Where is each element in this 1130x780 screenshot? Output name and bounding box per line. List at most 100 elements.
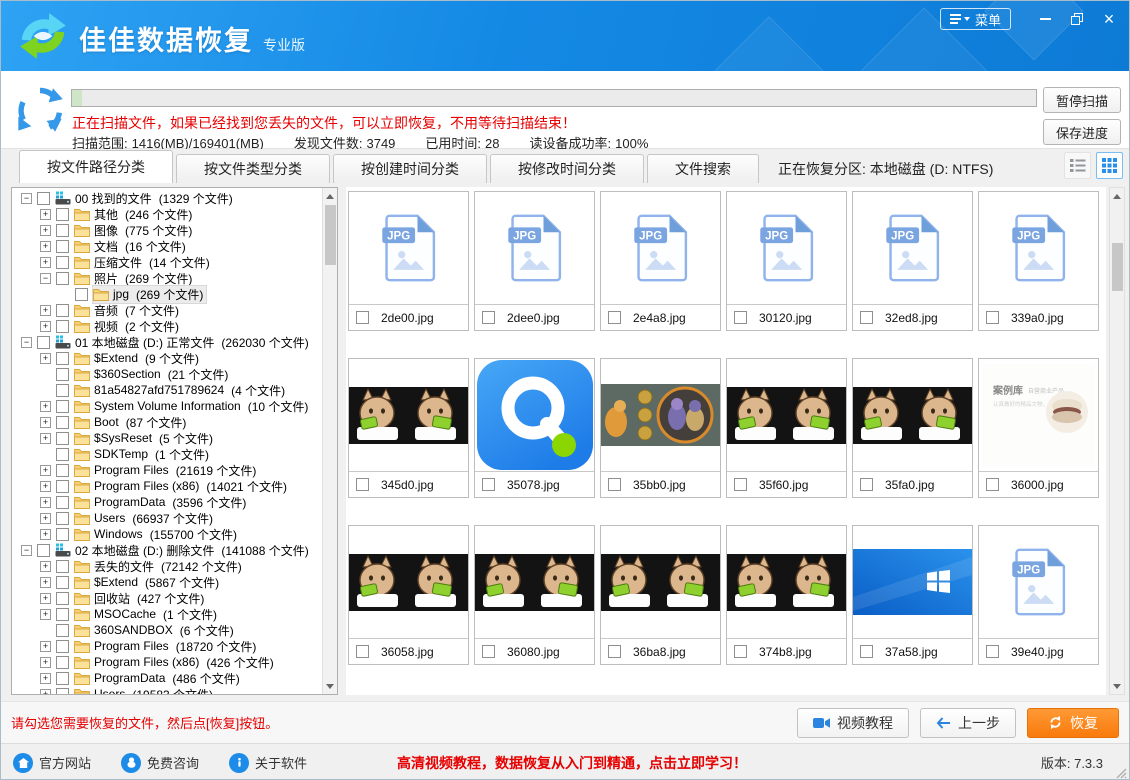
file-cell[interactable]: 36ba8.jpg (600, 525, 721, 665)
tab-by-file-type[interactable]: 按文件类型分类 (176, 154, 330, 183)
tab-file-search[interactable]: 文件搜索 (647, 154, 759, 183)
collapse-icon[interactable]: − (40, 273, 51, 284)
grid-view-button[interactable] (1096, 152, 1123, 179)
tree-item[interactable]: 360SANDBOX(6 个文件) (12, 622, 322, 638)
tree-item[interactable]: +音频(7 个文件) (12, 302, 322, 318)
file-checkbox[interactable] (356, 478, 369, 491)
tab-by-create-time[interactable]: 按创建时间分类 (333, 154, 487, 183)
tree-checkbox[interactable] (56, 352, 69, 365)
tree-item[interactable]: +Windows(155700 个文件) (12, 526, 322, 542)
file-cell[interactable]: JPG2de00.jpg (348, 191, 469, 331)
tree-item[interactable]: +Program Files (x86)(14021 个文件) (12, 478, 322, 494)
file-checkbox[interactable] (986, 645, 999, 658)
tree-item[interactable]: jpg(269 个文件) (12, 286, 322, 302)
expand-icon[interactable]: + (40, 673, 51, 684)
tree-item[interactable]: $360Section(21 个文件) (12, 366, 322, 382)
file-cell[interactable]: 345d0.jpg (348, 358, 469, 498)
expand-icon[interactable]: + (40, 321, 51, 332)
file-cell[interactable]: 35f60.jpg (726, 358, 847, 498)
tree-checkbox[interactable] (56, 368, 69, 381)
tree-checkbox[interactable] (56, 496, 69, 509)
grid-scroll-thumb[interactable] (1112, 243, 1123, 291)
tree-checkbox[interactable] (56, 688, 69, 696)
tree-item[interactable]: +Program Files(18720 个文件) (12, 638, 322, 654)
expand-icon[interactable]: + (40, 417, 51, 428)
video-tutorial-button[interactable]: 视频教程 (797, 708, 909, 738)
tree-item[interactable]: +压缩文件(14 个文件) (12, 254, 322, 270)
tree-checkbox[interactable] (56, 400, 69, 413)
tree-item[interactable]: +$Extend(5867 个文件) (12, 574, 322, 590)
tree-checkbox[interactable] (56, 240, 69, 253)
tree-checkbox[interactable] (56, 560, 69, 573)
tree-item[interactable]: +Users(66937 个文件) (12, 510, 322, 526)
file-cell[interactable]: JPG32ed8.jpg (852, 191, 973, 331)
tree-item[interactable]: +Users(19583 个文件) (12, 686, 322, 695)
tree-checkbox[interactable] (56, 320, 69, 333)
expand-icon[interactable]: + (40, 689, 51, 696)
restore-button[interactable] (1061, 7, 1093, 31)
tree-checkbox[interactable] (56, 656, 69, 669)
tree-checkbox[interactable] (56, 528, 69, 541)
expand-icon[interactable]: + (40, 497, 51, 508)
file-cell[interactable]: JPG2dee0.jpg (474, 191, 595, 331)
expand-icon[interactable]: + (40, 465, 51, 476)
collapse-icon[interactable]: − (21, 545, 32, 556)
minimize-button[interactable] (1029, 7, 1061, 31)
file-checkbox[interactable] (356, 311, 369, 324)
tree-checkbox[interactable] (56, 432, 69, 445)
expand-icon[interactable]: + (40, 657, 51, 668)
tree-checkbox[interactable] (56, 208, 69, 221)
tree-item[interactable]: −02 本地磁盘 (D:) 删除文件(141088 个文件) (12, 542, 322, 558)
tab-by-modify-time[interactable]: 按修改时间分类 (490, 154, 644, 183)
file-cell[interactable]: 36058.jpg (348, 525, 469, 665)
tree-checkbox[interactable] (56, 512, 69, 525)
tree-checkbox[interactable] (75, 288, 88, 301)
menu-button[interactable]: 菜单 (940, 8, 1011, 30)
previous-step-button[interactable]: 上一步 (920, 708, 1016, 738)
tree-item[interactable]: −照片(269 个文件) (12, 270, 322, 286)
tree-item[interactable]: +$Extend(9 个文件) (12, 350, 322, 366)
file-cell[interactable]: JPG339a0.jpg (978, 191, 1099, 331)
tree-item[interactable]: +System Volume Information(10 个文件) (12, 398, 322, 414)
file-checkbox[interactable] (986, 478, 999, 491)
file-checkbox[interactable] (608, 645, 621, 658)
expand-icon[interactable]: + (40, 305, 51, 316)
file-checkbox[interactable] (356, 645, 369, 658)
collapse-icon[interactable]: − (21, 193, 32, 204)
scroll-up-icon[interactable] (323, 189, 337, 203)
file-cell[interactable]: 35fa0.jpg (852, 358, 973, 498)
file-checkbox[interactable] (608, 311, 621, 324)
tree-item[interactable]: +视频(2 个文件) (12, 318, 322, 334)
tree-checkbox[interactable] (56, 640, 69, 653)
file-checkbox[interactable] (860, 478, 873, 491)
expand-icon[interactable]: + (40, 481, 51, 492)
tree-item[interactable]: +ProgramData(486 个文件) (12, 670, 322, 686)
tree-checkbox[interactable] (56, 448, 69, 461)
expand-icon[interactable]: + (40, 257, 51, 268)
about-software-link[interactable]: 关于软件 (229, 753, 307, 773)
tree-checkbox[interactable] (56, 480, 69, 493)
file-cell[interactable]: 37a58.jpg (852, 525, 973, 665)
scroll-up-icon[interactable] (1110, 189, 1124, 203)
scroll-down-icon[interactable] (323, 679, 337, 693)
file-cell[interactable]: JPG30120.jpg (726, 191, 847, 331)
tree-checkbox[interactable] (37, 336, 50, 349)
tree-item[interactable]: +$SysReset(5 个文件) (12, 430, 322, 446)
file-checkbox[interactable] (482, 645, 495, 658)
scroll-down-icon[interactable] (1110, 679, 1124, 693)
tree-checkbox[interactable] (56, 272, 69, 285)
tree-scrollbar[interactable] (322, 188, 337, 694)
tree-checkbox[interactable] (56, 384, 69, 397)
tree-checkbox[interactable] (37, 192, 50, 205)
file-checkbox[interactable] (608, 478, 621, 491)
file-checkbox[interactable] (986, 311, 999, 324)
grid-scrollbar[interactable] (1109, 187, 1125, 695)
expand-icon[interactable]: + (40, 241, 51, 252)
tutorial-promo-link[interactable]: 高清视频教程，数据恢复从入门到精通，点击立即学习！ (397, 753, 747, 773)
tree-item[interactable]: 81a54827afd751789624(4 个文件) (12, 382, 322, 398)
tree-item[interactable]: +文档(16 个文件) (12, 238, 322, 254)
file-cell[interactable]: JPG39e40.jpg (978, 525, 1099, 665)
tree-checkbox[interactable] (37, 544, 50, 557)
file-cell[interactable]: 374b8.jpg (726, 525, 847, 665)
save-progress-button[interactable]: 保存进度 (1043, 119, 1121, 145)
